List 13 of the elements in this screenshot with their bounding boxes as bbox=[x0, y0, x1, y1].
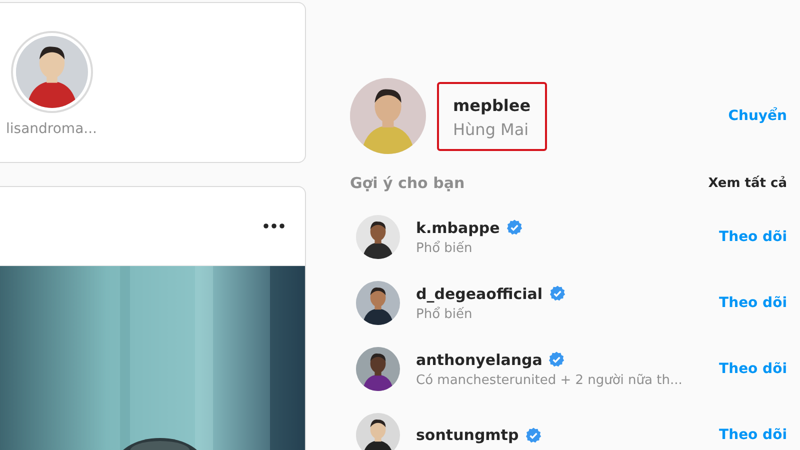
suggestion-reason: Có manchesterunited + 2 người nữa th... bbox=[416, 372, 682, 388]
profile-full-name: Hùng Mai bbox=[453, 120, 530, 138]
suggestions-title: Gợi ý cho bạn bbox=[350, 174, 465, 192]
suggestion-reason: Phổ biến bbox=[416, 240, 474, 256]
profile-username[interactable]: mepblee bbox=[453, 96, 531, 114]
suggested-username[interactable]: k.mbappe bbox=[416, 218, 500, 236]
suggested-username[interactable]: anthonyelanga bbox=[416, 350, 542, 368]
suggestion-reason: Phổ biến bbox=[416, 306, 474, 322]
suggested-username[interactable]: sontungmtp bbox=[416, 426, 519, 444]
more-icon[interactable] bbox=[263, 223, 285, 229]
story-username: lisandroma... bbox=[6, 121, 97, 137]
suggested-username[interactable]: d_degeaofficial bbox=[416, 284, 543, 302]
see-all-link[interactable]: Xem tất cả bbox=[708, 176, 787, 190]
